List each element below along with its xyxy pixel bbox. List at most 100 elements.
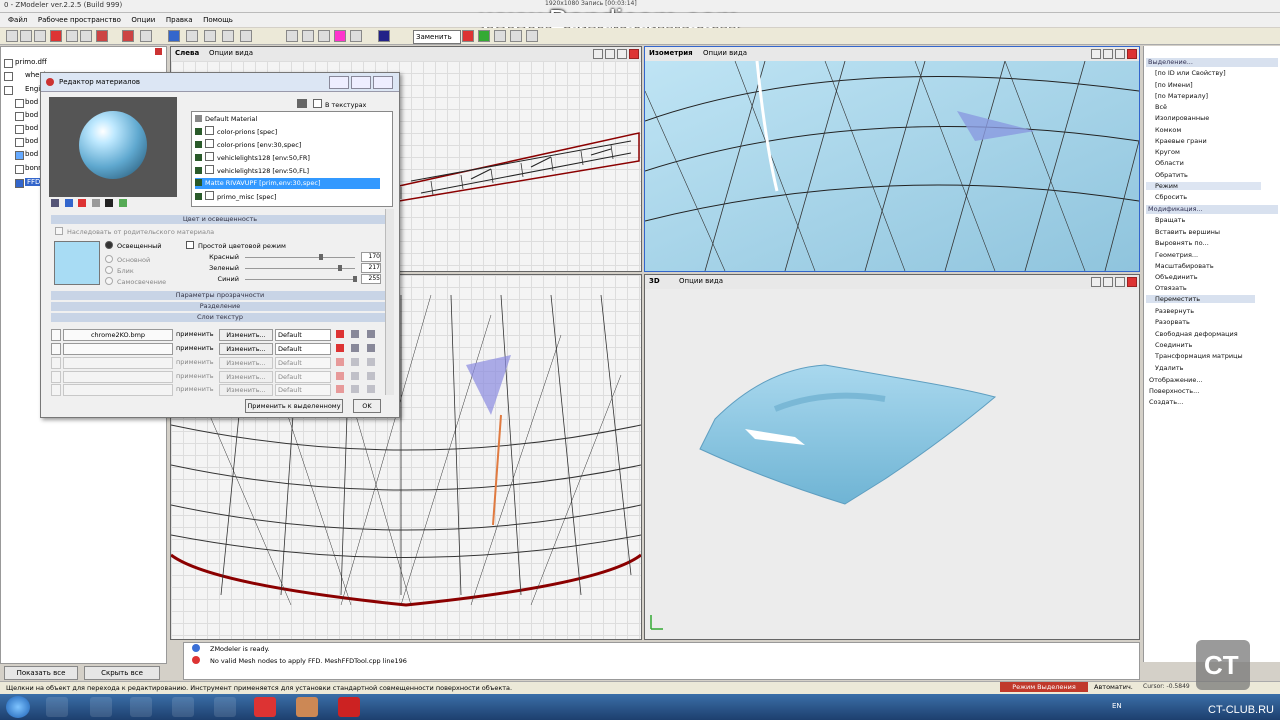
tree-item[interactable]: bod (25, 137, 38, 145)
tree-expander[interactable] (15, 125, 24, 134)
texture-name[interactable] (63, 371, 173, 383)
pink-tool-icon[interactable] (334, 30, 346, 42)
tree-expander[interactable] (15, 99, 24, 108)
panel-close-icon[interactable] (155, 48, 162, 55)
layer-settings-icon[interactable] (367, 372, 375, 380)
section-color[interactable]: Цвет и освещенность (51, 215, 389, 224)
select-box-icon[interactable] (302, 30, 314, 42)
tree-expander[interactable] (15, 138, 24, 147)
tool-item[interactable]: Изолированные (1155, 114, 1209, 122)
minimize-button[interactable] (329, 76, 349, 89)
tool-item[interactable]: Отвязать (1155, 284, 1187, 292)
save-file-icon[interactable] (34, 30, 46, 42)
material-item[interactable]: vehiclelights128 [env:50,FL] (195, 165, 380, 176)
tool-item[interactable]: Объединить (1155, 273, 1198, 281)
remove-layer-icon[interactable] (336, 330, 344, 338)
language-indicator[interactable]: EN (1112, 702, 1122, 710)
layer-checkbox[interactable] (51, 384, 61, 396)
tool-item[interactable]: Всё (1155, 103, 1167, 111)
viewport-isometric[interactable]: Изометрия Опции вида (644, 46, 1140, 272)
tree-item[interactable]: bod (25, 98, 38, 106)
radio-emissive[interactable]: Самосвечение (105, 277, 166, 286)
ie-icon[interactable] (46, 697, 68, 717)
play-icon[interactable] (105, 199, 114, 207)
blend-mode-select[interactable]: Default (275, 384, 331, 396)
view-options-menu[interactable]: Опции вида (679, 277, 723, 285)
tool-item[interactable]: Области (1155, 159, 1184, 167)
undo-icon[interactable] (66, 30, 78, 42)
close-icon[interactable] (50, 30, 62, 42)
copy-layer-icon[interactable] (351, 385, 359, 393)
paint-icon[interactable] (378, 30, 390, 42)
blend-mode-select[interactable]: Default (275, 343, 331, 355)
radio-lit[interactable]: Освещенный (105, 241, 162, 250)
tool-item[interactable]: Кругом (1155, 148, 1180, 156)
tool-item[interactable]: Вращать (1155, 216, 1185, 224)
menu-workspace[interactable]: Рабочее пространство (38, 13, 121, 27)
tree-expander[interactable] (4, 72, 13, 81)
viewport-canvas[interactable] (645, 60, 1139, 271)
menu-edit[interactable]: Правка (166, 13, 193, 27)
layout-icon[interactable] (186, 30, 198, 42)
copy-layer-icon[interactable] (351, 372, 359, 380)
radio-specular[interactable]: Блик (105, 266, 134, 275)
media-icon[interactable] (130, 697, 152, 717)
layer-settings-icon[interactable] (367, 330, 375, 338)
section-split[interactable]: Разделение (51, 302, 389, 311)
tool-item[interactable]: Развернуть (1155, 307, 1194, 315)
blend-mode-select[interactable]: Default (275, 329, 331, 341)
new-file-icon[interactable] (6, 30, 18, 42)
material-item-selected[interactable]: Matte RIVAVUPF [prim,env:30,spec] (195, 178, 380, 189)
color-swatch[interactable] (54, 241, 100, 285)
texture-name[interactable] (63, 357, 173, 369)
tool-item[interactable]: Поверхность... (1149, 387, 1199, 395)
menu-options[interactable]: Опции (131, 13, 155, 27)
pan-icon[interactable] (1103, 277, 1113, 287)
material-item[interactable]: vehiclelights128 [env:50,FR] (195, 152, 380, 163)
view-icon[interactable] (168, 30, 180, 42)
tool-item[interactable]: Обратить (1155, 171, 1188, 179)
remove-layer-icon[interactable] (336, 358, 344, 366)
record-icon[interactable] (96, 30, 108, 42)
tree-item[interactable]: bod (25, 124, 38, 132)
copy-layer-icon[interactable] (351, 330, 359, 338)
rotate-icon[interactable] (350, 30, 362, 42)
chrome-icon[interactable] (172, 697, 194, 717)
stop-icon[interactable] (122, 30, 134, 42)
layer-checkbox[interactable] (51, 357, 61, 369)
start-button[interactable] (6, 696, 30, 718)
viewport-canvas[interactable] (645, 289, 1139, 639)
redo-icon[interactable] (80, 30, 92, 42)
tool-item[interactable]: Геометрия... (1155, 251, 1198, 259)
tool-item[interactable]: [по ID или Свойству] (1155, 69, 1226, 77)
select-icon[interactable] (286, 30, 298, 42)
yandex-icon[interactable] (254, 697, 276, 717)
section-modify[interactable]: Модификация... (1146, 205, 1278, 214)
remove-layer-icon[interactable] (336, 344, 344, 352)
tree-expander[interactable] (4, 59, 13, 68)
tool-item[interactable]: Выровнять по... (1155, 239, 1209, 247)
delete-material-icon[interactable] (78, 199, 87, 207)
tree-checkbox[interactable] (15, 179, 24, 188)
tree-expander[interactable] (4, 86, 13, 95)
tree-item[interactable]: bod (25, 111, 38, 119)
explorer-icon[interactable] (90, 697, 112, 717)
section-selection[interactable]: Выделение... (1146, 58, 1278, 67)
clear-icon[interactable] (462, 30, 474, 42)
simple-mode-checkbox[interactable]: Простой цветовой режим (186, 241, 286, 250)
apply-to-selected-button[interactable]: Применить к выделенному (245, 399, 343, 413)
tool-item[interactable]: Вставить вершины (1155, 228, 1220, 236)
change-texture-button[interactable]: Изменить... (219, 343, 273, 355)
close-icon[interactable] (629, 49, 639, 59)
tool-item[interactable]: [по Материалу] (1155, 92, 1208, 100)
tool-item[interactable]: Свободная деформация (1155, 330, 1238, 338)
tree-item[interactable]: bod (25, 150, 38, 158)
copy-layer-icon[interactable] (351, 358, 359, 366)
tool-item-active[interactable]: Переместить (1146, 295, 1255, 303)
tree-item[interactable]: primo.dff (15, 58, 47, 66)
material-item[interactable]: color-prions [spec] (195, 126, 380, 137)
in-textures-checkbox[interactable]: В текстурах (313, 99, 366, 109)
remove-layer-icon[interactable] (336, 385, 344, 393)
tool-item[interactable]: Трансформация матрицы (1155, 352, 1243, 360)
tool-item[interactable]: Масштабировать (1155, 262, 1214, 270)
